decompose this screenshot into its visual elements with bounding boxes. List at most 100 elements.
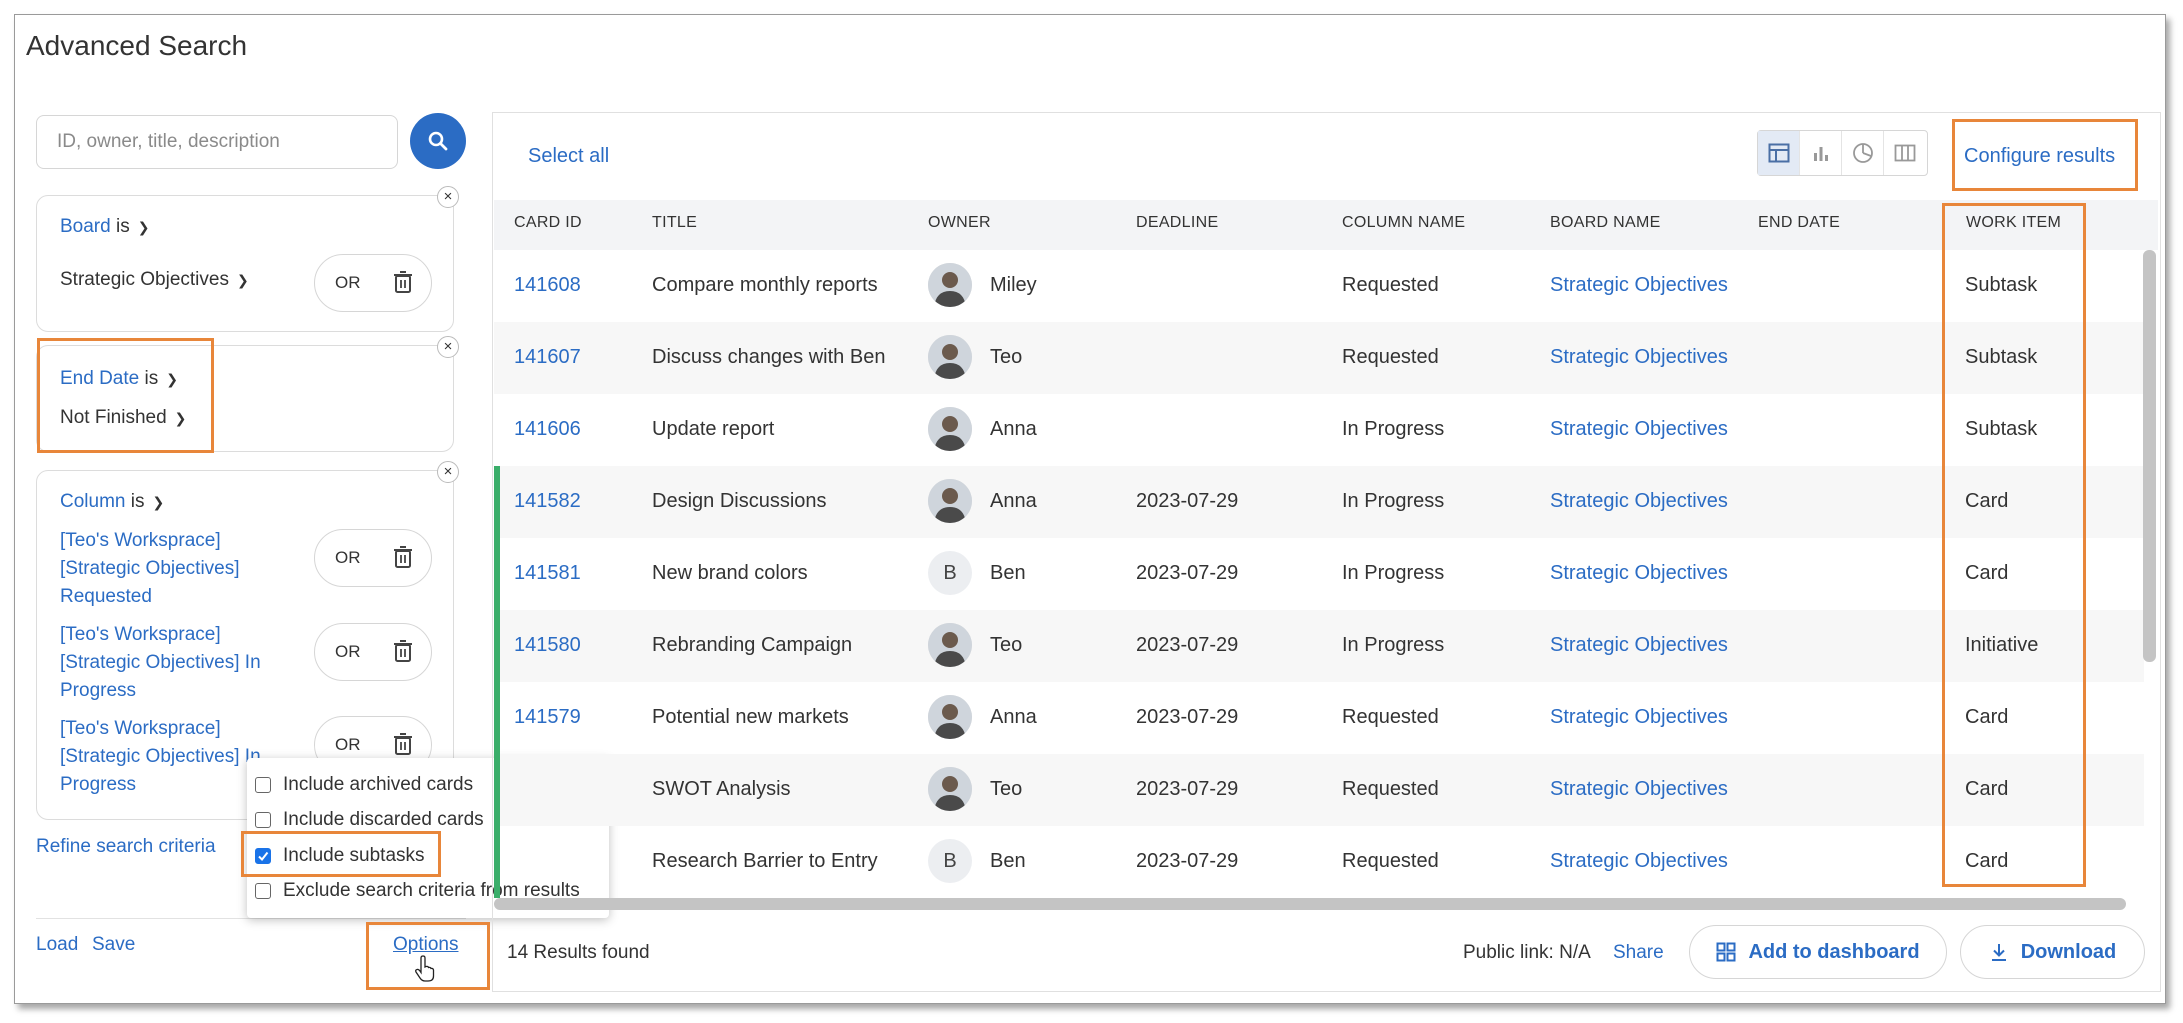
card-id-link[interactable]: 141606 [514,418,581,441]
close-icon[interactable]: × [437,461,459,483]
table-row[interactable]: SWOT Analysis Teo 2023-07-29 Requested Strat… [494,754,2144,826]
card-id-link[interactable]: 141581 [514,562,581,585]
filter-operator: is [130,491,145,512]
or-button[interactable]: OR [335,273,361,293]
download-icon [1991,944,2006,961]
dashboard-grid-icon [1716,942,1736,962]
card-title: Update report [652,418,775,440]
person-photo-icon [928,479,972,523]
load-link[interactable]: Load [36,934,78,956]
card-id-link[interactable]: 141580 [514,634,581,657]
card-id-link[interactable]: 141579 [514,706,581,729]
table-row[interactable]: 141607 Discuss changes with Ben Teo Request… [494,322,2144,394]
column-header-owner[interactable]: OWNER [928,214,991,232]
option-include-archived[interactable]: Include archived cards [255,774,473,796]
trash-icon[interactable] [393,545,413,574]
board-name-link[interactable]: Strategic Objectives [1550,346,1728,369]
or-trash-group: OR [314,254,432,312]
column-header-end-date[interactable]: END DATE [1758,214,1840,232]
trash-icon[interactable] [393,732,413,761]
search-button[interactable] [410,113,466,169]
column-header-title[interactable]: TITLE [652,214,697,232]
card-title: SWOT Analysis [652,778,791,800]
page-title: Advanced Search [26,30,248,61]
download-button[interactable]: Download [1960,925,2145,979]
column-header-deadline[interactable]: DEADLINE [1136,214,1218,232]
close-icon[interactable]: × [437,186,459,208]
trash-icon[interactable] [393,270,413,299]
column-header-board-name[interactable]: BOARD NAME [1550,214,1661,232]
board-name-link[interactable]: Strategic Objectives [1550,418,1728,441]
view-toggle-group [1757,130,1928,176]
table-row[interactable]: 141606 Update report Anna In Progress Strate… [494,394,2144,466]
column-name: Requested [1342,346,1439,368]
filter-field-name: Board [60,216,111,237]
add-to-dashboard-button[interactable]: Add to dashboard [1689,925,1947,979]
board-name-link[interactable]: Strategic Objectives [1550,562,1728,585]
deadline: 2023-07-29 [1136,850,1239,872]
column-header-card-id[interactable]: CARD ID [514,214,582,232]
table-row[interactable]: 141582 Design Discussions Anna 2023-07-29 In… [494,466,2144,538]
person-photo-icon [928,695,972,739]
column-filter-field[interactable]: Column is ❯ [60,491,164,513]
table-view-icon[interactable] [1758,131,1800,175]
option-include-discarded[interactable]: Include discarded cards [255,809,484,831]
avatar [928,407,972,451]
owner-name: Teo [990,778,1023,800]
column-header-column-name[interactable]: COLUMN NAME [1342,214,1465,232]
column-name: In Progress [1342,634,1445,656]
option-label: Include archived cards [283,774,474,795]
avatar [928,623,972,667]
card-id-link[interactable]: 141608 [514,274,581,297]
avatar: B [928,839,972,883]
columns-view-icon[interactable] [1884,131,1926,175]
status-bar [494,466,500,538]
deadline: 2023-07-29 [1136,778,1239,800]
table-row[interactable]: 141581 New brand colors B Ben 2023-07-29 In P… [494,538,2144,610]
or-button[interactable]: OR [335,735,361,755]
refine-search-link[interactable]: Refine search criteria [36,836,216,858]
board-filter-value[interactable]: Strategic Objectives ❯ [60,269,249,291]
person-photo-icon [928,767,972,811]
bar-chart-icon[interactable] [1800,131,1842,175]
trash-icon[interactable] [393,639,413,668]
table-row[interactable]: 141579 Potential new markets Anna 2023-07-2… [494,682,2144,754]
card-title: Research Barrier to Entry [652,850,878,872]
column-value[interactable]: [Teo's Worksprace] [Strategic Objectives… [60,527,290,611]
board-name-link[interactable]: Strategic Objectives [1550,634,1728,657]
board-name-link[interactable]: Strategic Objectives [1550,778,1728,801]
save-link[interactable]: Save [92,934,135,956]
board-name-link[interactable]: Strategic Objectives [1550,274,1728,297]
or-button[interactable]: OR [335,548,361,568]
checkbox[interactable] [255,812,271,828]
highlight-work-item-column [1942,203,2086,887]
board-name-link[interactable]: Strategic Objectives [1550,850,1728,873]
search-input[interactable] [36,115,398,169]
table-row[interactable]: 141608 Compare monthly reports Miley Reques… [494,250,2144,322]
share-link[interactable]: Share [1613,942,1664,964]
table-row[interactable]: 141580 Rebranding Campaign Teo 2023-07-29 In… [494,610,2144,682]
pie-chart-icon[interactable] [1842,131,1884,175]
card-id-link[interactable]: 141582 [514,490,581,513]
checkbox[interactable] [255,777,271,793]
horizontal-scrollbar[interactable] [494,898,2126,910]
select-all-link[interactable]: Select all [528,145,609,168]
table-row[interactable]: Research Barrier to Entry B Ben 2023-07-29 R… [494,826,2144,898]
board-name-link[interactable]: Strategic Objectives [1550,706,1728,729]
or-trash-group: OR [314,529,432,587]
column-value[interactable]: [Teo's Worksprace] [Strategic Objectives… [60,621,290,705]
or-button[interactable]: OR [335,642,361,662]
close-icon[interactable]: × [437,336,459,358]
vertical-scrollbar[interactable] [2143,250,2156,662]
person-photo-icon [928,335,972,379]
card-title: Compare monthly reports [652,274,878,296]
board-filter-field[interactable]: Board is ❯ [60,216,149,238]
status-bar [494,826,500,898]
card-id-link[interactable]: 141607 [514,346,581,369]
board-name-link[interactable]: Strategic Objectives [1550,490,1728,513]
highlight-end-date-filter [37,338,214,453]
avatar [928,335,972,379]
filter-operator: is [115,216,130,237]
person-photo-icon [928,263,972,307]
checkbox[interactable] [255,883,271,899]
